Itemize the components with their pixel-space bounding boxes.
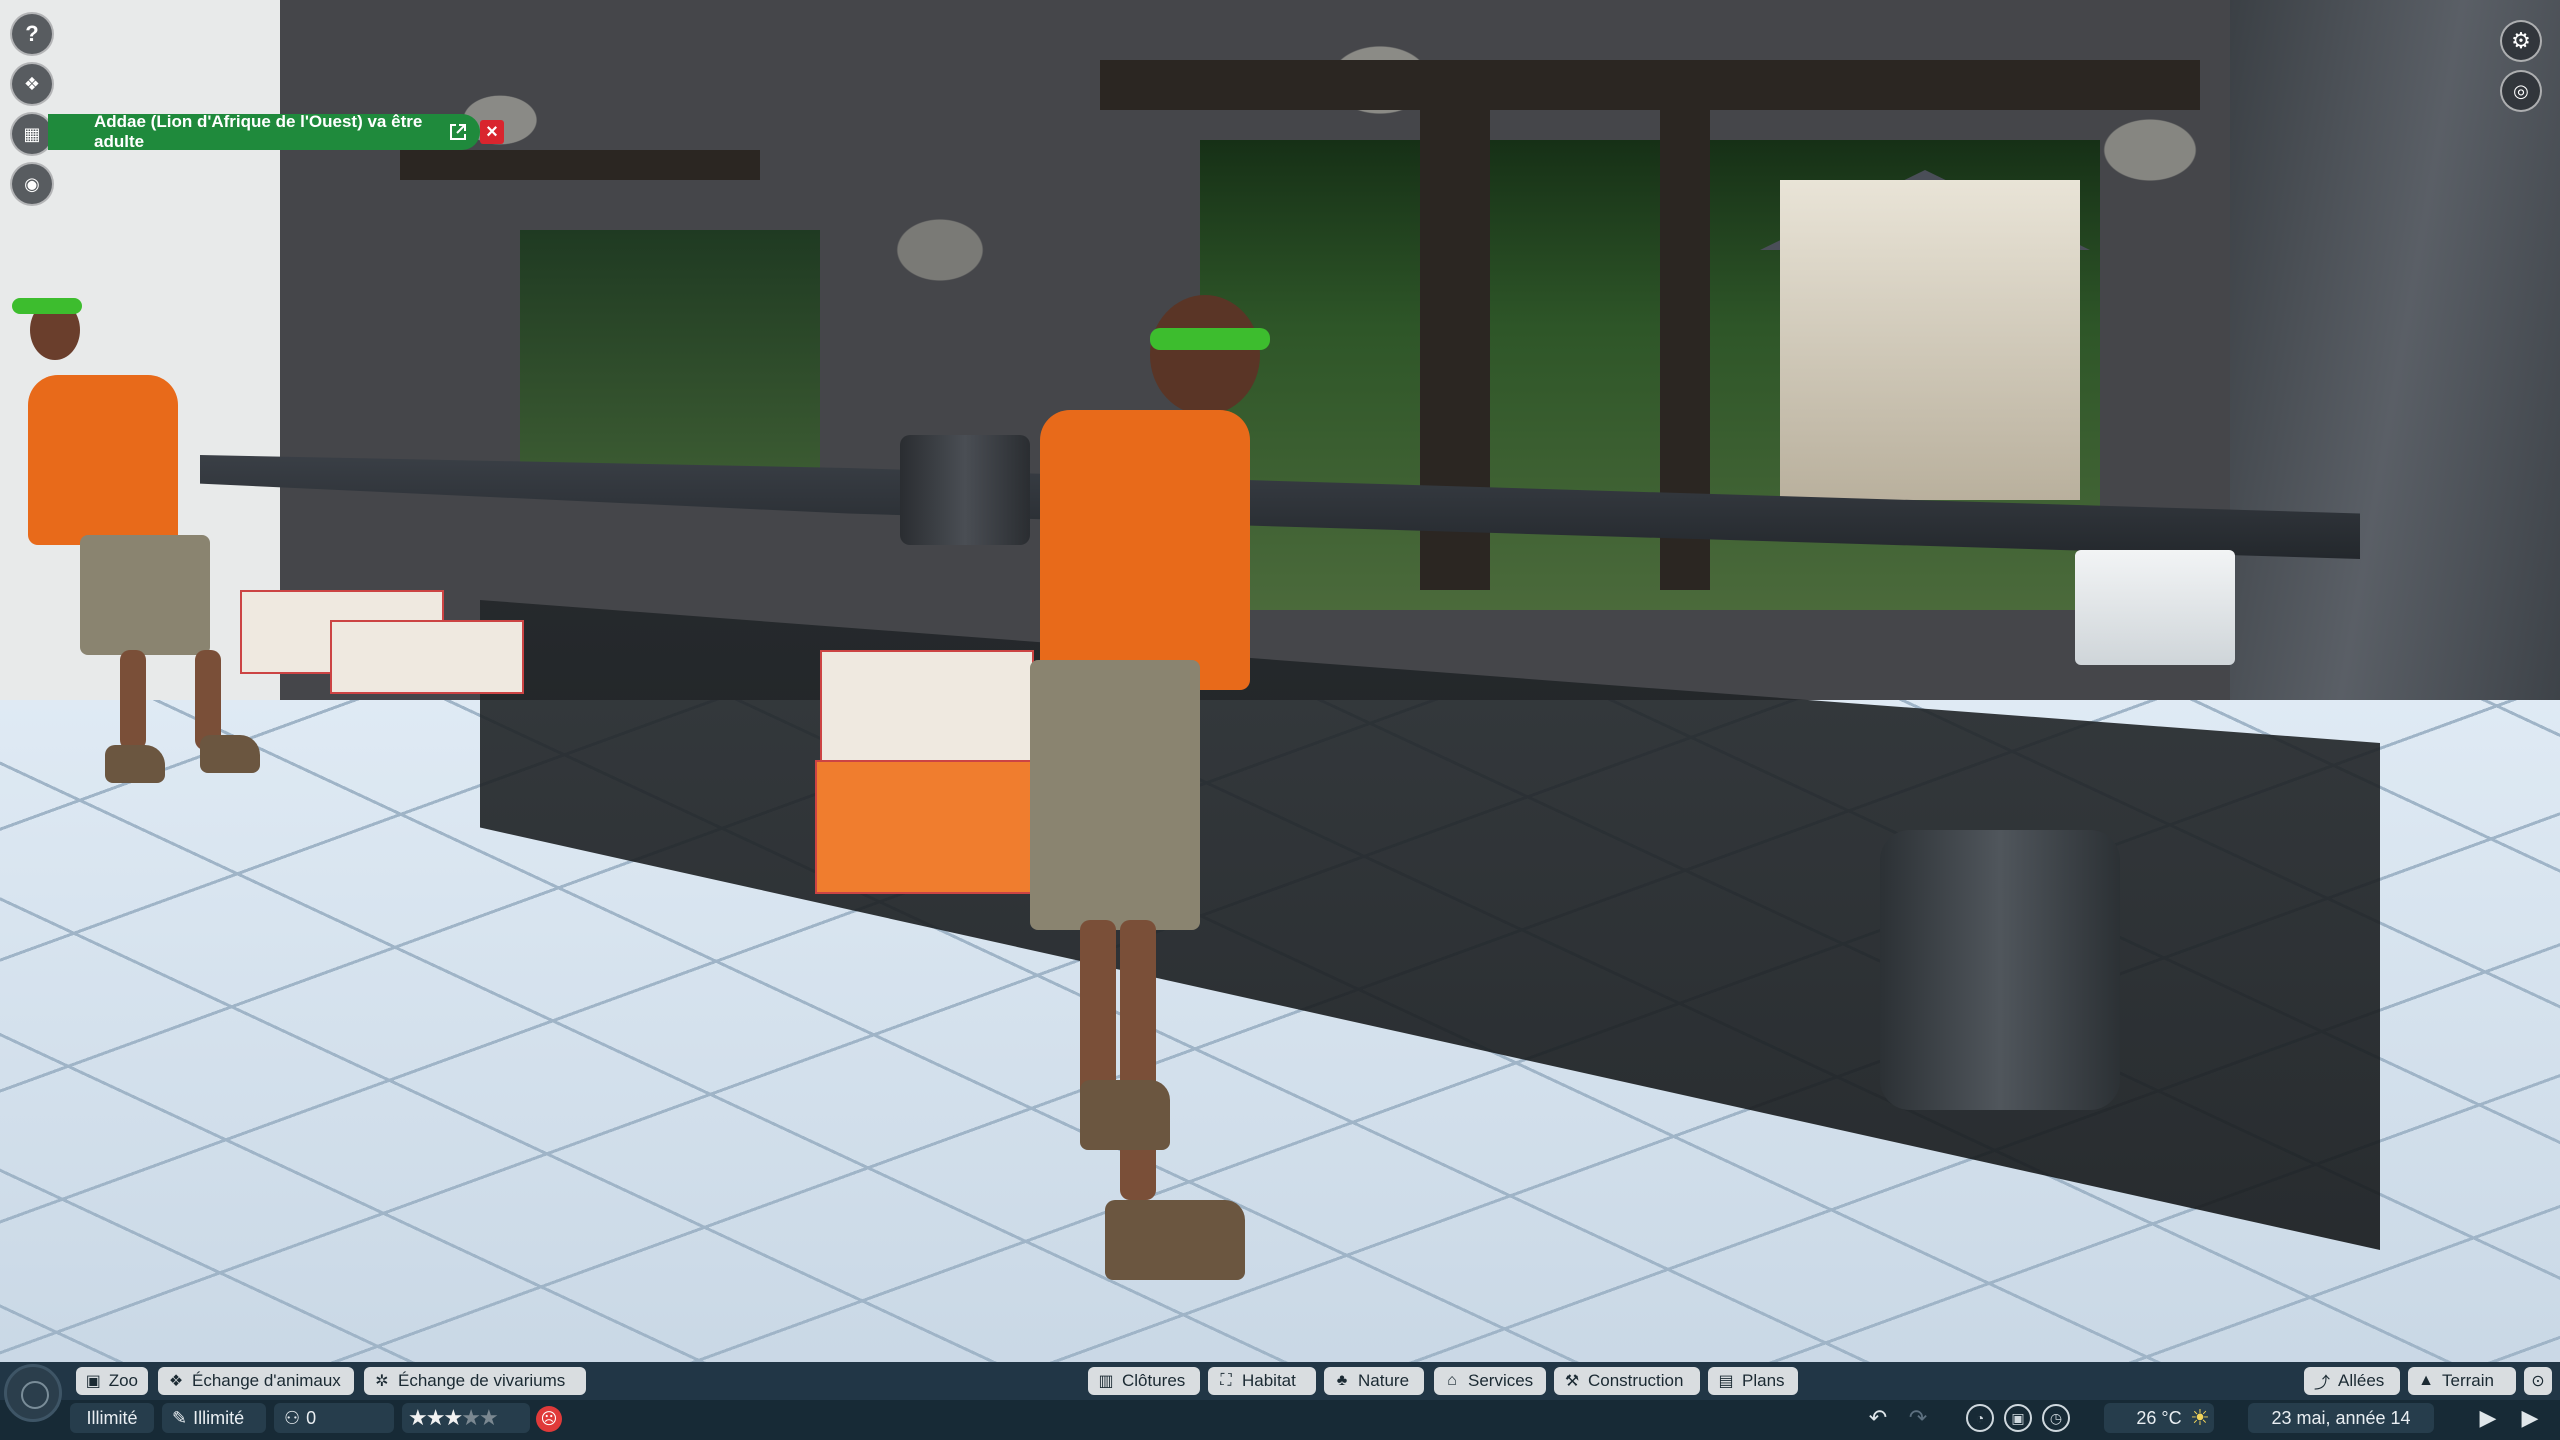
guests-value: 0	[306, 1407, 317, 1428]
fruit-crate	[815, 760, 1059, 894]
date-value: 23 mai, année 14	[2271, 1407, 2411, 1428]
paw-icon: ❖	[168, 1373, 184, 1390]
plans-label: Plans	[1742, 1371, 1785, 1390]
cooking-pot	[900, 435, 1030, 545]
animal-trade-label: Échange d'animaux	[192, 1371, 341, 1390]
star-icon: ★	[478, 1405, 499, 1430]
construction-button[interactable]: ⚒ Construction	[1554, 1367, 1700, 1395]
grid-toggle-button[interactable]: ⊙	[2524, 1367, 2552, 1395]
nature-button[interactable]: ♣ Nature	[1324, 1367, 1424, 1395]
notification-banner[interactable]: Addae (Lion d'Afrique de l'Ouest) va êtr…	[48, 112, 480, 151]
fast-forward-icon[interactable]: ▶	[2516, 1404, 2544, 1432]
plans-button[interactable]: ▤ Plans	[1708, 1367, 1798, 1395]
terrain-label: Terrain	[2442, 1371, 2494, 1390]
camera-icon[interactable]: ▣	[2004, 1404, 2032, 1432]
nature-label: Nature	[1358, 1371, 1410, 1390]
path-icon: ⤴	[2313, 1375, 2330, 1392]
wooden-beam	[400, 150, 760, 180]
rating-stars: ★★★★★	[408, 1405, 499, 1431]
services-button[interactable]: ⌂ Services	[1434, 1367, 1546, 1395]
habitat-icon: ⛶	[1220, 1372, 1232, 1389]
money-value: Illimité	[86, 1407, 138, 1428]
pause-clock-icon[interactable]: ◷	[2042, 1404, 2070, 1432]
fences-label: Clôtures	[1122, 1371, 1186, 1390]
date-display: 23 mai, année 14	[2248, 1403, 2434, 1433]
grid-icon: ⊙	[2531, 1373, 2545, 1390]
undo-icon[interactable]: ↶	[1864, 1404, 1892, 1432]
wooden-beam	[1100, 60, 2200, 110]
notification-close-button[interactable]: ×	[480, 120, 504, 144]
fruit-crate	[330, 620, 524, 694]
window-left	[520, 230, 820, 490]
habitat-button[interactable]: ⛶ Habitat	[1208, 1367, 1316, 1395]
money-display[interactable]: Illimité	[70, 1403, 154, 1433]
shop-icon: ⌂	[1447, 1372, 1457, 1389]
animal-trade-button[interactable]: ❖ Échange d'animaux	[158, 1367, 354, 1395]
construction-icon: ⚒	[1564, 1373, 1580, 1390]
star-icon: ★	[461, 1405, 481, 1430]
leaf-icon: ✎	[172, 1407, 188, 1428]
zoo-icon: ▣	[85, 1373, 101, 1390]
game-viewport[interactable]	[0, 0, 2560, 1440]
stacked-pots	[1880, 830, 2120, 1110]
bug-icon: ✲	[375, 1373, 389, 1390]
terrain-button[interactable]: ▲ Terrain	[2408, 1367, 2516, 1395]
star-icon: ★	[408, 1405, 428, 1430]
zoo-label: Zoo	[108, 1371, 138, 1390]
mountain-icon: ▲	[2418, 1372, 2434, 1389]
help-icon[interactable]: ?	[10, 12, 54, 56]
sad-face-icon[interactable]: ☹	[536, 1406, 562, 1432]
vivarium-trade-label: Échange de vivariums	[398, 1371, 566, 1390]
notification-text: Addae (Lion d'Afrique de l'Ouest) va êtr…	[94, 112, 423, 151]
research-value: Illimité	[193, 1407, 245, 1428]
animal-paw-icon[interactable]: ❖	[10, 62, 54, 106]
toggle-view-icon[interactable]: ◎	[2500, 70, 2542, 112]
zoo-rating[interactable]: ★★★★★	[402, 1403, 530, 1433]
camera-view-icon[interactable]: ◉	[10, 162, 54, 206]
settings-gear-icon[interactable]: ⚙	[2500, 20, 2542, 62]
guests-display[interactable]: ⚇ 0	[274, 1403, 394, 1433]
sun-icon: ☀	[2190, 1405, 2210, 1430]
paths-label: Allées	[2338, 1371, 2385, 1390]
speedometer-icon[interactable]: ◔	[1966, 1404, 1994, 1432]
construction-label: Construction	[1588, 1371, 1684, 1390]
tree-icon: ♣	[1336, 1372, 1348, 1389]
research-display[interactable]: ✎ Illimité	[162, 1403, 266, 1433]
paths-button[interactable]: ⤴ Allées	[2304, 1367, 2400, 1395]
fences-button[interactable]: ▥ Clôtures	[1088, 1367, 1200, 1395]
external-link-icon[interactable]	[446, 120, 470, 144]
temperature-value: 26 °C	[2136, 1407, 2182, 1428]
guests-icon: ⚇	[284, 1407, 301, 1428]
blueprint-icon: ▤	[1718, 1373, 1734, 1390]
services-label: Services	[1468, 1371, 1534, 1390]
zoo-button[interactable]: ▣ Zoo	[76, 1367, 148, 1395]
habitat-label: Habitat	[1242, 1371, 1296, 1390]
main-menu-button[interactable]	[4, 1364, 62, 1422]
play-icon[interactable]: ▶	[2474, 1404, 2502, 1432]
redo-icon[interactable]: ↷	[1904, 1404, 1932, 1432]
plastic-container	[2075, 550, 2235, 665]
fruit-crate	[820, 650, 1034, 774]
tudor-building	[1780, 180, 2080, 500]
fence-icon: ▥	[1098, 1373, 1114, 1390]
vivarium-trade-button[interactable]: ✲ Échange de vivariums	[364, 1367, 586, 1395]
